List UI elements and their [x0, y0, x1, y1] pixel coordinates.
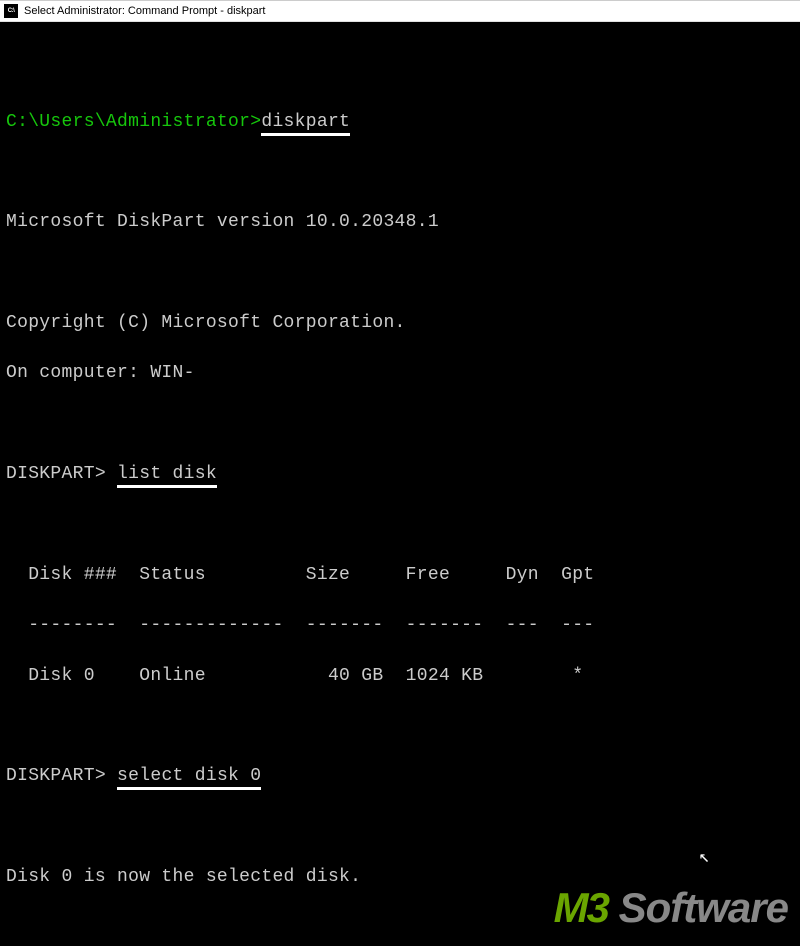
prompt-listdisk: DISKPART> list disk — [6, 462, 794, 487]
terminal-output[interactable]: C:\Users\Administrator>diskpart Microsof… — [0, 22, 800, 946]
window-titlebar[interactable]: C:\ Select Administrator: Command Prompt… — [0, 0, 800, 22]
prompt-line: C:\Users\Administrator>diskpart — [6, 110, 794, 135]
cmd-list-disk: list disk — [117, 464, 217, 488]
version-line: Microsoft DiskPart version 10.0.20348.1 — [6, 210, 794, 235]
disk-table-divider: -------- ------------- ------- ------- -… — [6, 613, 794, 638]
copyright-line: Copyright (C) Microsoft Corporation. — [6, 311, 794, 336]
cmd-diskpart: diskpart — [261, 112, 350, 136]
seldisk-result: Disk 0 is now the selected disk. — [6, 865, 794, 890]
prompt-path: C:\Users\Administrator> — [6, 112, 261, 132]
redacted-hostname — [195, 361, 305, 386]
cmd-icon: C:\ — [4, 4, 18, 18]
cmd-select-disk: select disk 0 — [117, 766, 261, 790]
disk-table-row: Disk 0 Online 40 GB 1024 KB * — [6, 664, 794, 689]
computer-line: On computer: WIN- — [6, 361, 794, 386]
window-title: Select Administrator: Command Prompt - d… — [24, 5, 265, 17]
disk-table-header: Disk ### Status Size Free Dyn Gpt — [6, 563, 794, 588]
prompt-seldisk: DISKPART> select disk 0 — [6, 764, 794, 789]
